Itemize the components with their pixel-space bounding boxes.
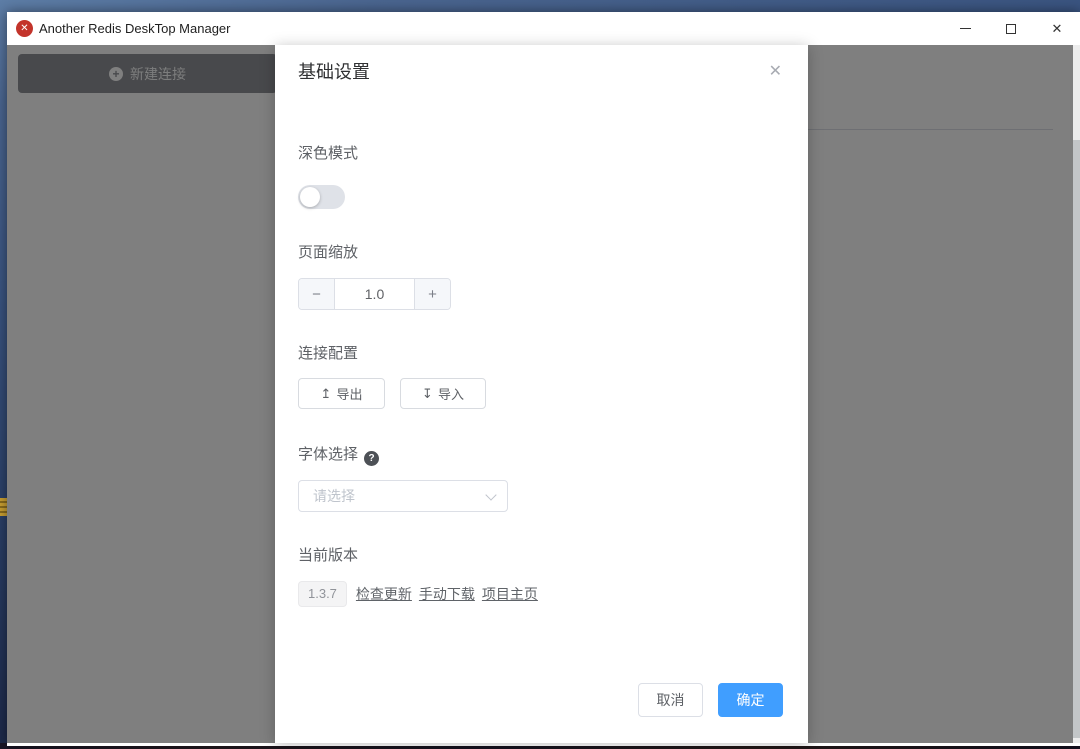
download-icon: ↧ [422, 385, 433, 401]
maximize-icon [1006, 23, 1016, 34]
upload-icon: ↥ [320, 385, 332, 401]
import-label: 导入 [437, 387, 464, 402]
project-homepage-link[interactable]: 项目主页 [482, 584, 538, 604]
minimize-button[interactable] [942, 12, 988, 45]
font-select-label-text: 字体选择 [298, 446, 359, 463]
zoom-increase-button[interactable]: + [414, 279, 450, 309]
app-logo-icon: ✕ [16, 20, 33, 37]
window-controls: ✕ [942, 12, 1080, 45]
version-row: 1.3.7 检查更新 手动下载 项目主页 [298, 581, 538, 607]
version-badge: 1.3.7 [298, 581, 347, 607]
check-update-link[interactable]: 检查更新 [356, 584, 412, 604]
cancel-button[interactable]: 取消 [638, 683, 703, 717]
font-select-dropdown[interactable]: 请选择 [298, 480, 508, 512]
wallpaper-detail [0, 498, 7, 516]
manual-download-link[interactable]: 手动下载 [419, 584, 475, 604]
chevron-down-icon [485, 489, 497, 501]
dialog-title: 基础设置 [298, 62, 370, 82]
maximize-button[interactable] [988, 12, 1034, 45]
zoom-decrease-button[interactable]: − [299, 279, 335, 309]
desktop-wallpaper: ✕ Another Redis DeskTop Manager ✕ + 新建连接 [0, 0, 1080, 749]
zoom-stepper: − 1.0 + [298, 278, 451, 310]
close-window-button[interactable]: ✕ [1034, 12, 1080, 45]
minimize-icon [959, 28, 971, 29]
zoom-value-input[interactable]: 1.0 [335, 279, 414, 309]
app-title: Another Redis DeskTop Manager [39, 21, 231, 36]
scrollbar-thumb[interactable] [1073, 140, 1080, 738]
select-placeholder: 请选择 [313, 488, 355, 504]
help-question-icon[interactable]: ? [364, 451, 380, 466]
scrollbar-track[interactable] [1073, 45, 1080, 743]
page-zoom-label: 页面缩放 [298, 244, 359, 261]
font-select-label: 字体选择? [298, 443, 380, 466]
dark-mode-label: 深色模式 [298, 145, 359, 162]
version-label: 当前版本 [298, 547, 359, 564]
close-icon: ✕ [1051, 21, 1063, 36]
toggle-knob [300, 187, 320, 207]
settings-dialog: 基础设置 ✕ 深色模式 页面缩放 − 1.0 + 连接配置 ↥ 导出 ↧ 导入 … [275, 45, 808, 743]
titlebar: ✕ Another Redis DeskTop Manager ✕ [7, 12, 1080, 45]
connection-config-label: 连接配置 [298, 345, 359, 362]
export-button[interactable]: ↥ 导出 [298, 378, 385, 409]
version-links: 检查更新 手动下载 项目主页 [356, 584, 538, 604]
dark-mode-toggle[interactable] [298, 185, 345, 209]
dialog-close-icon[interactable]: ✕ [769, 61, 782, 81]
export-label: 导出 [336, 387, 363, 402]
import-button[interactable]: ↧ 导入 [400, 378, 486, 409]
confirm-button[interactable]: 确定 [718, 683, 783, 717]
